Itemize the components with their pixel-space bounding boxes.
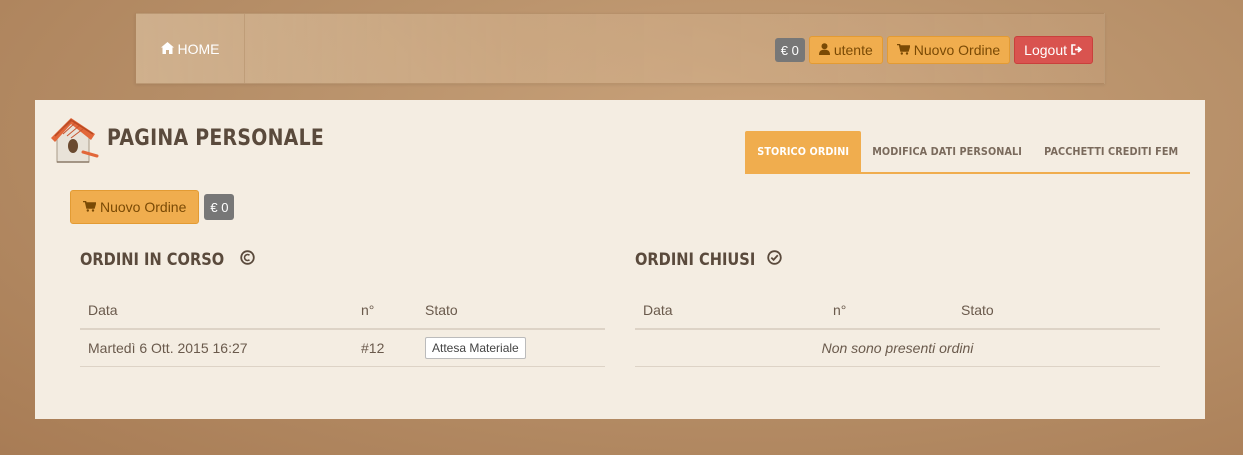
empty-row: Non sono presenti ordini — [635, 329, 1160, 367]
column-header-status: Stato — [417, 292, 605, 330]
clock-icon — [239, 250, 255, 270]
closed-orders-table: Data n° Stato Non sono presenti ordini — [635, 292, 1160, 367]
order-number: #12 — [353, 329, 417, 367]
logout-button[interactable]: Logout — [1014, 36, 1093, 64]
tab-pacchetti-crediti-fem[interactable]: PACCHETTI CREDITI FEM — [1033, 131, 1190, 172]
birdhouse-logo-icon — [49, 114, 101, 166]
credit-badge: € 0 — [774, 38, 805, 62]
logout-label: Logout — [1024, 42, 1067, 58]
open-orders-title: ORDINI IN CORSO — [80, 250, 255, 270]
column-header-number: n° — [825, 292, 953, 330]
nav-home-link[interactable]: HOME — [136, 14, 245, 83]
closed-orders-title: ORDINI CHIUSI — [635, 250, 782, 270]
table-header-row: Data n° Stato — [80, 292, 605, 330]
tab-storico-ordini[interactable]: STORICO ORDINI — [745, 131, 861, 172]
nav-home-label: HOME — [177, 40, 220, 57]
status-badge: Attesa Materiale — [425, 337, 526, 359]
order-date: Martedì 6 Ott. 2015 16:27 — [80, 329, 353, 367]
cart-icon — [896, 42, 911, 58]
order-status-cell: Attesa Materiale — [417, 329, 605, 367]
credit-badge: € 0 — [204, 194, 235, 220]
nav-new-order-label: Nuovo Ordine — [913, 42, 1001, 58]
user-button-label: utente — [833, 42, 873, 58]
open-orders-table: Data n° Stato Martedì 6 Ott. 2015 16:27 … — [80, 292, 605, 367]
sign-out-icon — [1071, 42, 1083, 58]
user-icon — [818, 42, 830, 58]
home-icon — [160, 41, 174, 57]
column-header-status: Stato — [953, 292, 1160, 330]
column-header-number: n° — [353, 292, 417, 330]
empty-message: Non sono presenti ordini — [635, 329, 1160, 367]
order-actions: Nuovo Ordine € 0 — [70, 190, 235, 224]
check-circle-icon — [767, 250, 782, 270]
user-button[interactable]: utente — [808, 36, 883, 64]
new-order-button[interactable]: Nuovo Ordine — [70, 190, 200, 224]
column-header-date: Data — [635, 292, 825, 330]
top-navbar: HOME € 0 utente Nuovo Ordine Logout — [135, 13, 1105, 84]
new-order-label: Nuovo Ordine — [100, 199, 187, 215]
tab-modifica-dati-personali[interactable]: MODIFICA DATI PERSONALI — [861, 131, 1033, 172]
page-title: PAGINA PERSONALE — [107, 126, 325, 151]
column-header-date: Data — [80, 292, 353, 330]
nav-right-actions: € 0 utente Nuovo Ordine Logout — [774, 36, 1093, 64]
main-panel: PAGINA PERSONALE STORICO ORDINI MODIFICA… — [35, 100, 1205, 419]
table-header-row: Data n° Stato — [635, 292, 1160, 330]
nav-new-order-button[interactable]: Nuovo Ordine — [886, 36, 1011, 64]
cart-icon — [83, 199, 97, 215]
table-row[interactable]: Martedì 6 Ott. 2015 16:27 #12 Attesa Mat… — [80, 329, 605, 367]
profile-tabs: STORICO ORDINI MODIFICA DATI PERSONALI P… — [745, 129, 1190, 174]
